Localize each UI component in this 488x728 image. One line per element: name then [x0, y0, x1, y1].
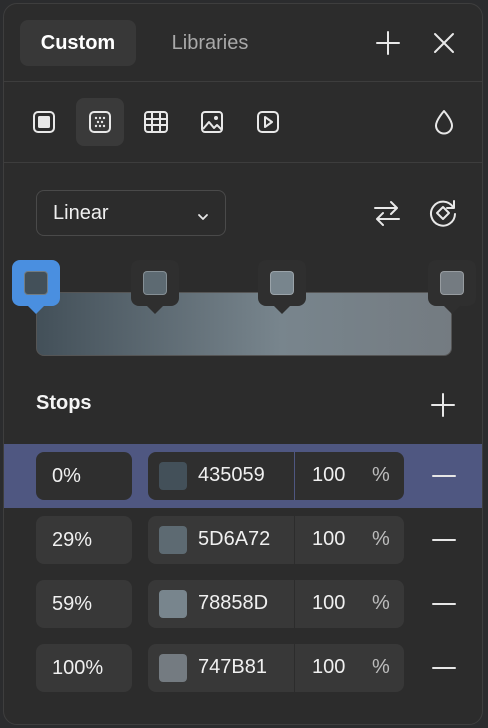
stop-position-input[interactable]: 59%: [36, 580, 132, 628]
fill-picker-panel: Custom Libraries Linear Stops 0% 435059 …: [3, 3, 483, 725]
opacity-input[interactable]: 100: [312, 464, 345, 487]
stop-handle-swatch: [24, 271, 48, 295]
stop-position-input[interactable]: 100%: [36, 644, 132, 692]
stop-position-input[interactable]: 0%: [36, 452, 132, 500]
stop-color-field[interactable]: 435059 100 %: [148, 452, 404, 500]
gradient-preview-bar[interactable]: [36, 292, 452, 356]
percent-label: %: [372, 656, 390, 678]
stop-handle-1[interactable]: [131, 260, 179, 314]
stop-handle-2[interactable]: [258, 260, 306, 314]
stop-row[interactable]: 100% 747B81 100 %: [4, 636, 482, 700]
stop-position-input[interactable]: 29%: [36, 516, 132, 564]
stops-title: Stops: [36, 392, 92, 414]
percent-label: %: [372, 592, 390, 614]
remove-stop-button[interactable]: [430, 590, 458, 618]
stop-handle-swatch: [143, 271, 167, 295]
remove-stop-button[interactable]: [430, 526, 458, 554]
minus-icon: [432, 667, 456, 669]
divider: [294, 452, 295, 500]
tab-custom[interactable]: Custom: [20, 20, 136, 66]
stop-row[interactable]: 59% 78858D 100 %: [4, 572, 482, 636]
stop-color-field[interactable]: 747B81 100 %: [148, 644, 404, 692]
stop-handle-0[interactable]: [12, 260, 60, 314]
hex-input[interactable]: 435059: [198, 464, 265, 487]
divider: [294, 580, 295, 628]
divider: [4, 162, 482, 163]
percent-label: %: [372, 528, 390, 550]
pattern-fill-icon[interactable]: [132, 98, 180, 146]
droplet-icon[interactable]: [420, 98, 468, 146]
divider: [294, 516, 295, 564]
minus-icon: [432, 475, 456, 477]
gradient-type-select[interactable]: Linear: [36, 190, 226, 236]
stop-row[interactable]: 29% 5D6A72 100 %: [4, 508, 482, 572]
stop-color-field[interactable]: 5D6A72 100 %: [148, 516, 404, 564]
color-swatch[interactable]: [159, 462, 187, 490]
percent-label: %: [372, 464, 390, 486]
color-swatch[interactable]: [159, 654, 187, 682]
stop-row[interactable]: 0% 435059 100 %: [4, 444, 482, 508]
swap-arrows-icon[interactable]: [370, 196, 404, 230]
remove-stop-button[interactable]: [430, 462, 458, 490]
tab-libraries[interactable]: Libraries: [150, 20, 270, 66]
stop-handle-3[interactable]: [428, 260, 476, 314]
solid-fill-icon[interactable]: [20, 98, 68, 146]
opacity-input[interactable]: 100: [312, 592, 345, 615]
remove-stop-button[interactable]: [430, 654, 458, 682]
color-swatch[interactable]: [159, 590, 187, 618]
gradient-fill-icon[interactable]: [76, 98, 124, 146]
image-fill-icon[interactable]: [188, 98, 236, 146]
minus-icon: [432, 603, 456, 605]
plus-icon[interactable]: [373, 28, 403, 58]
hex-input[interactable]: 747B81: [198, 656, 267, 679]
minus-icon: [432, 539, 456, 541]
stop-handle-swatch: [440, 271, 464, 295]
color-swatch[interactable]: [159, 526, 187, 554]
close-icon[interactable]: [429, 28, 459, 58]
chevron-down-icon: [197, 206, 209, 229]
add-stop-icon[interactable]: [428, 390, 458, 420]
hex-input[interactable]: 78858D: [198, 592, 268, 615]
rotate-icon[interactable]: [426, 196, 460, 230]
opacity-input[interactable]: 100: [312, 528, 345, 551]
divider: [4, 81, 482, 82]
video-fill-icon[interactable]: [244, 98, 292, 146]
divider: [294, 644, 295, 692]
hex-input[interactable]: 5D6A72: [198, 528, 270, 551]
stop-color-field[interactable]: 78858D 100 %: [148, 580, 404, 628]
opacity-input[interactable]: 100: [312, 656, 345, 679]
stop-handle-swatch: [270, 271, 294, 295]
gradient-type-label: Linear: [53, 201, 109, 224]
